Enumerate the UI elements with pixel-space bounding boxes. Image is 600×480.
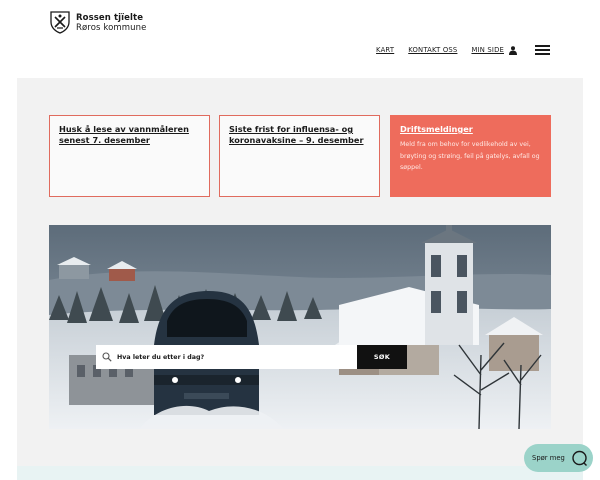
search-bar: SØK [96,345,407,369]
hero-image [49,225,551,429]
card-title-vaccine[interactable]: Siste frist for influensa- og koronavaks… [229,124,370,146]
site-logo[interactable]: Rossen tjïelte Røros kommune [50,11,146,34]
logo-line-2: Røros kommune [76,22,147,33]
chat-assistant-button[interactable]: Spør meg [524,444,593,472]
logo-line-1: Rossen tjïelte [76,12,144,23]
logo-text: Rossen tjïelte Røros kommune [76,13,146,33]
site-header: Rossen tjïelte Røros kommune KART KONTAK… [0,0,600,78]
search-input[interactable] [117,353,337,361]
search-icon [102,352,112,362]
news-card-vaccine[interactable]: Siste frist for influensa- og koronavaks… [219,115,380,197]
chat-label: Spør meg [532,454,565,462]
nav-link-kontakt-oss[interactable]: KONTAKT OSS [408,46,457,54]
card-description-operations: Meld fra om behov for vedlikehold av vei… [400,141,540,171]
news-card-water-meter[interactable]: Husk å lese av vannmåleren senest 7. des… [49,115,210,197]
top-navigation: KART KONTAKT OSS MIN SIDE [376,45,550,55]
card-title-water-meter[interactable]: Husk å lese av vannmåleren senest 7. des… [59,124,200,146]
nav-link-kart[interactable]: KART [376,46,394,54]
hero-winter-town-illustration [49,225,551,429]
hamburger-menu-icon[interactable] [535,45,550,55]
user-icon [509,45,517,55]
coat-of-arms-icon [50,11,70,34]
nav-link-min-side[interactable]: MIN SIDE [471,45,517,55]
bottom-section-band [17,466,583,480]
search-field-wrapper[interactable] [96,345,357,369]
nav-link-min-side-label[interactable]: MIN SIDE [471,46,504,54]
news-card-operations[interactable]: Driftsmeldinger Meld fra om behov for ve… [390,115,551,197]
chat-bubble-icon [572,450,587,466]
search-button[interactable]: SØK [357,345,407,369]
card-title-operations[interactable]: Driftsmeldinger [400,124,541,135]
